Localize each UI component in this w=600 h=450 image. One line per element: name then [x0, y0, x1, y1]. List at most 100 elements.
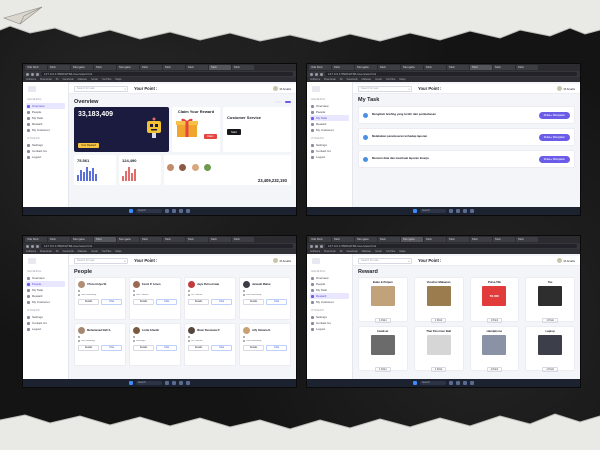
- forward-icon[interactable]: [315, 244, 318, 248]
- bookmark[interactable]: Gmail: [375, 250, 382, 253]
- browser-tab[interactable]: Mob: [186, 65, 208, 70]
- redeem-button[interactable]: 1 Point: [375, 367, 391, 372]
- sidebar-item-my-customer[interactable]: My Customer: [26, 127, 65, 133]
- chat-button[interactable]: Chat: [266, 345, 287, 351]
- url-field[interactable]: 127.0.0.1:5500/HTML/overview.html: [41, 72, 293, 76]
- browser-tab[interactable]: Mob: [493, 65, 515, 70]
- browser-tab[interactable]: Mob: [378, 237, 400, 242]
- bookmark[interactable]: Fb: [340, 78, 343, 81]
- forward-icon[interactable]: [31, 72, 34, 76]
- sidebar-item-logout[interactable]: Logout: [26, 154, 65, 160]
- browser-tab-active[interactable]: Mob: [209, 65, 231, 70]
- bookmark[interactable]: Fb: [56, 78, 59, 81]
- bookmark[interactable]: Buat Anak: [40, 78, 51, 81]
- browser-tab[interactable]: Mob: [163, 65, 185, 70]
- browser-tab[interactable]: Mob: [232, 65, 254, 70]
- back-icon[interactable]: [26, 244, 29, 248]
- bookmark[interactable]: Facebook: [63, 78, 74, 81]
- search-input[interactable]: Search for task ⌕: [358, 257, 412, 264]
- details-button[interactable]: Details: [133, 299, 154, 305]
- browser-tab[interactable]: Mob: [94, 65, 116, 70]
- browser-tab-active[interactable]: Mongala: [401, 237, 423, 242]
- taskbar-app-icon[interactable]: [463, 381, 467, 385]
- chat-button[interactable]: Chat: [156, 299, 177, 305]
- bookmark[interactable]: Maps: [115, 78, 121, 81]
- bookmark[interactable]: Indihome: [26, 250, 36, 253]
- bookmark[interactable]: Maps: [115, 250, 121, 253]
- bookmark[interactable]: YouTube: [386, 250, 396, 253]
- bookmark[interactable]: Facebook: [347, 78, 358, 81]
- sidebar-item-my-customer[interactable]: My Customer: [26, 299, 65, 305]
- back-icon[interactable]: [310, 72, 313, 76]
- redeem-button[interactable]: 1 Point: [542, 367, 558, 372]
- bookmark[interactable]: Indihome: [310, 250, 320, 253]
- search-input[interactable]: Search for task ⌕: [358, 85, 412, 92]
- windows-start-icon[interactable]: [413, 209, 417, 213]
- taskbar-app-icon[interactable]: [186, 381, 190, 385]
- taskbar-app-icon[interactable]: [449, 209, 453, 213]
- search-input[interactable]: Search for task ⌕: [74, 257, 128, 264]
- chat-button[interactable]: Chat: [101, 299, 122, 305]
- redeem-button[interactable]: 1 Point: [486, 318, 503, 323]
- sidebar-item-logout[interactable]: Logout: [310, 154, 349, 160]
- bookmark[interactable]: Buat Anak: [40, 250, 51, 253]
- sidebar-item-logout[interactable]: Logout: [310, 326, 349, 332]
- sidebar-item-my-customer[interactable]: My Customer: [310, 127, 349, 133]
- start-task-button[interactable]: Mulai ▸ Dikerjakan: [538, 155, 570, 163]
- taskbar-app-icon[interactable]: [470, 209, 474, 213]
- browser-tab[interactable]: ICE Mob: [309, 237, 331, 242]
- browser-tab[interactable]: ICE Mob: [25, 237, 47, 242]
- browser-tab[interactable]: Mob: [163, 237, 185, 242]
- bookmark[interactable]: Indihome: [310, 78, 320, 81]
- browser-tab[interactable]: Mob: [424, 237, 446, 242]
- redeem-button[interactable]: 1 Point: [375, 318, 391, 323]
- details-button[interactable]: Details: [78, 345, 99, 351]
- details-button[interactable]: Details: [243, 345, 264, 351]
- taskbar-app-icon[interactable]: [456, 209, 460, 213]
- browser-tab[interactable]: Mob: [48, 65, 70, 70]
- taskbar-search[interactable]: Search: [420, 381, 446, 385]
- windows-start-icon[interactable]: [129, 209, 133, 213]
- taskbar-app-icon[interactable]: [179, 209, 183, 213]
- redeem-button[interactable]: 1 Point: [430, 318, 447, 323]
- bookmark[interactable]: Malware: [362, 250, 371, 253]
- bookmark[interactable]: Facebook: [63, 250, 74, 253]
- taskbar-search[interactable]: Search: [136, 381, 162, 385]
- browser-tab[interactable]: Mongala: [355, 237, 377, 242]
- details-button[interactable]: Details: [188, 345, 209, 351]
- taskbar-search[interactable]: Search: [136, 209, 162, 213]
- redeem-button[interactable]: 1 Point: [542, 318, 558, 323]
- browser-tab[interactable]: Mongala: [355, 65, 377, 70]
- forward-icon[interactable]: [31, 244, 34, 248]
- taskbar-app-icon[interactable]: [456, 381, 460, 385]
- browser-tab[interactable]: Mob: [447, 65, 469, 70]
- browser-tab[interactable]: Mob: [140, 65, 162, 70]
- start-task-button[interactable]: Mulai ▸ Dikerjakan: [538, 111, 570, 119]
- browser-tab[interactable]: Mob: [516, 65, 538, 70]
- chat-button[interactable]: Chat: [266, 299, 287, 305]
- url-field[interactable]: 127.0.0.1:5500/HTML/overview.html: [41, 244, 293, 248]
- browser-tab[interactable]: Mob: [232, 237, 254, 242]
- taskbar-app-icon[interactable]: [186, 209, 190, 213]
- taskbar-app-icon[interactable]: [463, 209, 467, 213]
- bookmark[interactable]: Gmail: [375, 78, 382, 81]
- windows-start-icon[interactable]: [413, 381, 417, 385]
- browser-tab[interactable]: Mongala: [117, 65, 139, 70]
- browser-tab[interactable]: ICE Mob: [25, 65, 47, 70]
- back-icon[interactable]: [310, 244, 313, 248]
- browser-tab[interactable]: Mongala: [71, 65, 93, 70]
- browser-tab[interactable]: ICE Mob: [309, 65, 331, 70]
- user-profile[interactable]: M Arsalis: [556, 86, 575, 91]
- bookmark[interactable]: YouTube: [102, 78, 112, 81]
- browser-tab[interactable]: Mob: [470, 237, 492, 242]
- back-icon[interactable]: [26, 72, 29, 76]
- browser-tab[interactable]: Mob: [140, 237, 162, 242]
- details-button[interactable]: Details: [243, 299, 264, 305]
- taskbar-app-icon[interactable]: [165, 381, 169, 385]
- browser-tab[interactable]: Mob: [209, 237, 231, 242]
- browser-tab[interactable]: Mob: [447, 237, 469, 242]
- browser-tab-active[interactable]: Mob: [94, 237, 116, 242]
- details-button[interactable]: Details: [78, 299, 99, 305]
- cs-start-button[interactable]: Start: [227, 129, 241, 135]
- browser-tab[interactable]: Mongala: [71, 237, 93, 242]
